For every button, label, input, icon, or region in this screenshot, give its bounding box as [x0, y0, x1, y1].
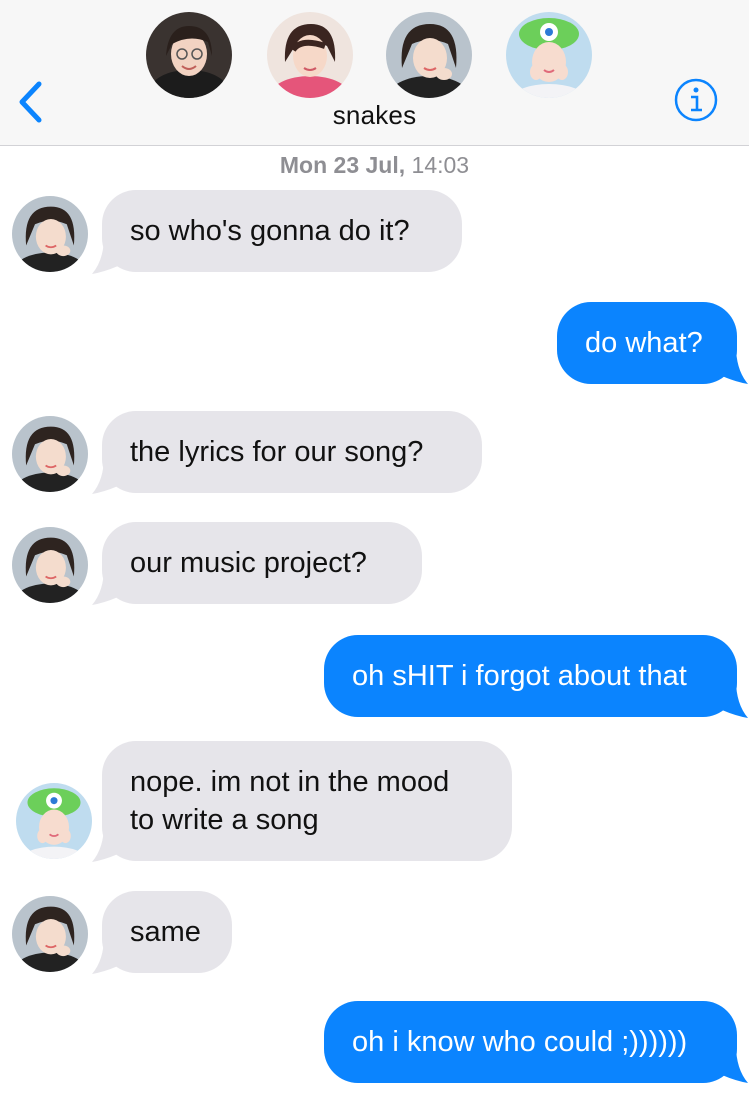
message-bubble[interactable]: the lyrics for our song?: [102, 411, 482, 493]
participant-avatar-2[interactable]: [267, 12, 353, 98]
sender-avatar[interactable]: [12, 896, 88, 972]
sender-avatar[interactable]: [12, 196, 88, 272]
message-bubble[interactable]: same: [102, 891, 232, 973]
conversation-title[interactable]: snakes: [0, 100, 749, 131]
message-bubble[interactable]: so who's gonna do it?: [102, 190, 462, 272]
message-bubble[interactable]: oh sHIT i forgot about that: [324, 635, 737, 717]
message-bubble[interactable]: oh i know who could ;)))))): [324, 1001, 737, 1083]
participant-avatar-4[interactable]: [506, 12, 592, 98]
sender-avatar[interactable]: [12, 527, 88, 603]
message-bubble[interactable]: our music project?: [102, 522, 422, 604]
participant-avatar-1[interactable]: [146, 12, 232, 98]
sender-avatar[interactable]: [12, 416, 88, 492]
timestamp-day: Mon 23 Jul,: [279, 152, 406, 178]
conversation-header: snakes: [0, 0, 749, 146]
info-circle-icon: [674, 78, 718, 122]
message-bubble[interactable]: nope. im not in the mood to write a song: [102, 741, 512, 861]
sender-avatar[interactable]: [16, 783, 92, 859]
message-bubble[interactable]: do what?: [557, 302, 737, 384]
info-button[interactable]: [674, 78, 718, 122]
timestamp-time: 14:03: [411, 152, 470, 178]
participant-avatar-3[interactable]: [386, 12, 472, 98]
thread-timestamp: Mon 23 Jul, 14:03: [0, 152, 749, 179]
